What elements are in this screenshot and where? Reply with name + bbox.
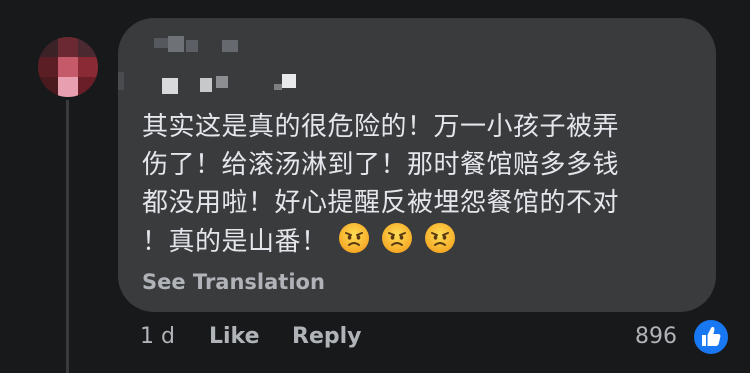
comment-text-line: 伤了！给滚汤淋到了！那时餐馆赔多多钱 — [142, 150, 620, 180]
reaction-count[interactable]: 896 — [635, 320, 677, 354]
reply-button[interactable]: Reply — [292, 320, 362, 354]
comment-thread: 其实这是真的很危险的！万一小孩子被弄 伤了！给滚汤淋到了！那时餐馆赔多多钱 都没… — [0, 0, 750, 373]
comment-bubble: 其实这是真的很危险的！万一小孩子被弄 伤了！给滚汤淋到了！那时餐馆赔多多钱 都没… — [118, 18, 716, 312]
thumbs-up-icon[interactable] — [691, 317, 731, 357]
comment-timestamp[interactable]: 1 d — [140, 320, 175, 354]
comment-text-line: 其实这是真的很危险的！万一小孩子被弄 — [142, 112, 620, 142]
see-translation-link[interactable]: See Translation — [142, 270, 325, 294]
angry-face-icon — [338, 222, 370, 265]
commenter-name-redacted[interactable] — [118, 18, 716, 108]
angry-face-icon — [381, 222, 413, 265]
comment-text-line: ！真的是山番！ — [142, 222, 702, 265]
comment-text-tail: ！真的是山番！ — [142, 227, 328, 257]
like-button[interactable]: Like — [209, 320, 260, 354]
comment-text-line: 都没用啦！好心提醒反被埋怨餐馆的不对 — [142, 188, 620, 218]
avatar[interactable] — [38, 37, 98, 97]
comment-actions: 1 d Like Reply 896 — [0, 320, 750, 356]
angry-face-icon — [424, 222, 456, 265]
comment-body: 其实这是真的很危险的！万一小孩子被弄 伤了！给滚汤淋到了！那时餐馆赔多多钱 都没… — [142, 108, 702, 265]
